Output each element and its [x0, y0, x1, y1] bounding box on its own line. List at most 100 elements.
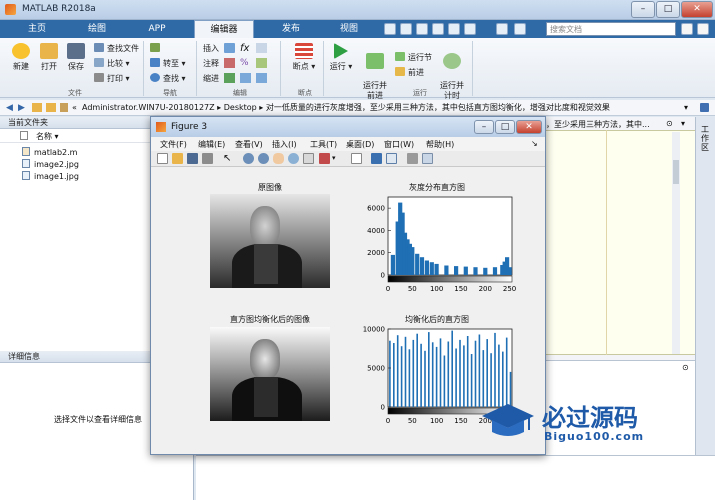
link-plot-icon[interactable]: [351, 153, 362, 164]
redo-icon[interactable]: [464, 23, 476, 35]
help-icon[interactable]: [514, 23, 526, 35]
figure-close-button[interactable]: ✕: [516, 120, 542, 134]
back-arrow-icon[interactable]: ◀: [6, 103, 13, 113]
figure-minimize-button[interactable]: –: [474, 120, 494, 134]
indent-button[interactable]: 缩进: [203, 73, 219, 85]
uncomment-icon[interactable]: [256, 58, 267, 68]
percent-icon[interactable]: %: [240, 58, 249, 68]
menu-help[interactable]: 帮助(H): [426, 139, 454, 150]
hide-plot-tools-icon[interactable]: [407, 153, 418, 164]
forward-arrow-icon[interactable]: ▶: [18, 103, 25, 113]
menu-insert[interactable]: 插入(I): [272, 139, 297, 150]
menu-file[interactable]: 文件(F): [160, 139, 187, 150]
insert-section-icon[interactable]: [224, 43, 235, 53]
path-segment[interactable]: Administrator.WIN7U-20180127Z: [82, 103, 215, 112]
panel-collapse-icon[interactable]: ▾: [681, 119, 685, 128]
search-docs-input[interactable]: [546, 22, 676, 36]
compare-button[interactable]: 比较 ▾: [94, 58, 130, 70]
rotate-3d-icon[interactable]: [288, 153, 299, 164]
histogram-bar: [400, 346, 403, 407]
goto-button[interactable]: 转至 ▾: [150, 58, 186, 70]
run-section-button[interactable]: 运行节: [395, 52, 432, 64]
quick-save-icon[interactable]: [384, 23, 396, 35]
run-and-time-button[interactable]: 运行并 计时: [437, 43, 467, 101]
tab-publish[interactable]: 发布: [262, 20, 320, 38]
file-item[interactable]: image2.jpg: [22, 159, 79, 170]
comment-icon[interactable]: [224, 58, 235, 68]
command-window-menu-icon[interactable]: ⊙: [682, 363, 689, 372]
tab-view[interactable]: 视图: [320, 20, 378, 38]
path-overflow-chevron[interactable]: «: [72, 103, 77, 112]
outdent-icon[interactable]: [256, 73, 267, 83]
workspace-side-tab[interactable]: 工作区: [695, 117, 715, 500]
run-and-advance-button[interactable]: 运行并 前进: [360, 43, 390, 101]
figure-maximize-button[interactable]: □: [495, 120, 515, 134]
zoom-out-icon[interactable]: [258, 153, 269, 164]
switch-windows-icon[interactable]: [496, 23, 508, 35]
path-dropdown-icon[interactable]: ▾: [684, 103, 688, 112]
comment-button[interactable]: 注释: [203, 58, 219, 70]
pan-icon[interactable]: [273, 153, 284, 164]
print-figure-icon[interactable]: [202, 153, 213, 164]
insert-button[interactable]: 插入: [203, 43, 219, 55]
smart-indent-icon[interactable]: [224, 73, 235, 83]
menu-edit[interactable]: 编辑(E): [198, 139, 225, 150]
name-column-header[interactable]: 名称 ▾: [36, 131, 59, 142]
find-files-button[interactable]: 查找文件: [94, 43, 139, 55]
quick-cut-icon[interactable]: [400, 23, 412, 35]
data-cursor-icon[interactable]: [303, 153, 314, 164]
path-segment[interactable]: 对一低质量的进行灰度增强，至少采用三种方法，其中包括直方图均衡化，增强对比度和视…: [266, 103, 610, 112]
select-checkbox[interactable]: [20, 131, 28, 140]
advance-button[interactable]: 前进: [395, 67, 424, 79]
open-file-icon[interactable]: [172, 153, 183, 164]
menu-desktop[interactable]: 桌面(D): [346, 139, 374, 150]
tab-apps[interactable]: APP: [128, 20, 186, 38]
browse-folder-icon[interactable]: [46, 103, 56, 112]
find-button[interactable]: 查找 ▾: [150, 73, 186, 85]
insert-colorbar-icon[interactable]: [371, 153, 382, 164]
browse-icon[interactable]: [700, 103, 709, 112]
file-item[interactable]: image1.jpg: [22, 171, 79, 182]
menu-window[interactable]: 窗口(W): [384, 139, 414, 150]
show-plot-tools-icon[interactable]: [422, 153, 433, 164]
histogram-bar: [455, 348, 457, 407]
nav-arrows[interactable]: [150, 43, 163, 55]
run-button[interactable]: 运行 ▾: [328, 43, 354, 72]
file-item[interactable]: matlab2.m: [22, 147, 77, 158]
tab-plots[interactable]: 绘图: [68, 20, 126, 38]
breakpoints-button[interactable]: 断点 ▾: [290, 43, 318, 72]
search-icon[interactable]: [681, 23, 693, 35]
undo-icon[interactable]: [448, 23, 460, 35]
current-path[interactable]: « Administrator.WIN7U-20180127Z ▸ Deskto…: [72, 102, 692, 114]
print-button[interactable]: 打印 ▾: [94, 73, 130, 85]
zoom-in-icon[interactable]: [243, 153, 254, 164]
save-button[interactable]: 保存: [64, 43, 88, 72]
menu-view[interactable]: 查看(V): [235, 139, 263, 150]
maximize-button[interactable]: □: [656, 1, 680, 18]
tab-home[interactable]: 主页: [8, 20, 66, 38]
minimize-button[interactable]: –: [631, 1, 655, 18]
fx-icon[interactable]: fx: [240, 43, 249, 54]
panel-menu-icon[interactable]: ⊙: [666, 119, 673, 128]
tab-editor[interactable]: 编辑器: [194, 20, 254, 38]
run-time-icon: [443, 53, 461, 69]
quick-copy-icon[interactable]: [416, 23, 428, 35]
save-figure-icon[interactable]: [187, 153, 198, 164]
new-button[interactable]: 新建: [8, 43, 34, 72]
dock-arrow-icon[interactable]: ↘: [531, 139, 538, 148]
brush-dropdown-icon[interactable]: ▾: [332, 154, 336, 162]
brush-icon[interactable]: [319, 153, 330, 164]
indent-icon[interactable]: [240, 73, 251, 83]
editor-scroll-thumb[interactable]: [673, 160, 679, 184]
close-button[interactable]: ✕: [681, 1, 713, 18]
filter-icon[interactable]: [697, 23, 709, 35]
open-button[interactable]: 打开: [36, 43, 62, 72]
menu-tools[interactable]: 工具(T): [310, 139, 337, 150]
path-segment[interactable]: Desktop: [224, 103, 257, 112]
insert-dropdown-icon[interactable]: [256, 43, 267, 53]
up-folder-icon[interactable]: [32, 103, 42, 112]
new-figure-icon[interactable]: [157, 153, 168, 164]
insert-legend-icon[interactable]: [386, 153, 397, 164]
edit-plot-icon[interactable]: ↖: [223, 153, 234, 164]
quick-paste-icon[interactable]: [432, 23, 444, 35]
